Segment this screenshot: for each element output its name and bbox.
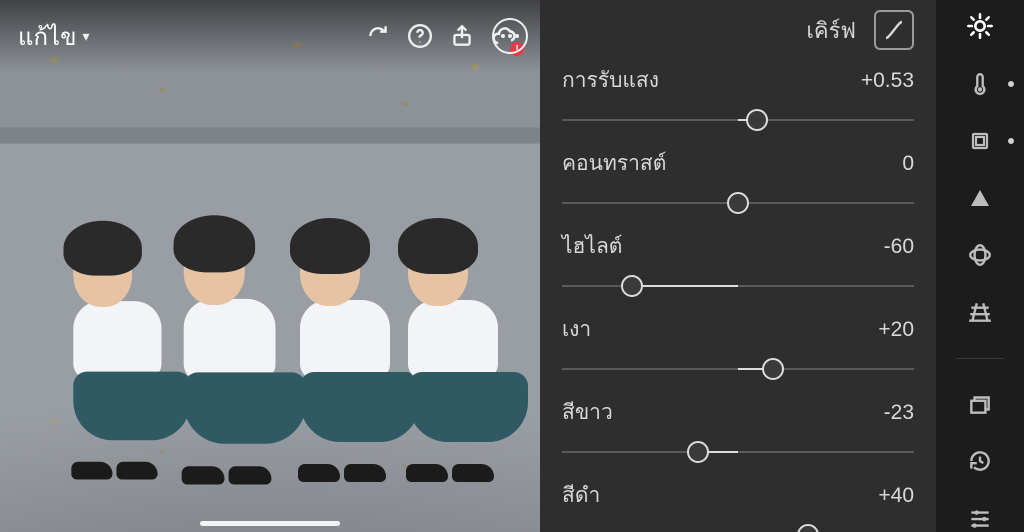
slider-track-exposure[interactable]	[562, 107, 914, 133]
slider-value: -60	[884, 235, 914, 259]
tool-marker	[1008, 81, 1014, 87]
lens-icon	[967, 242, 993, 268]
slider-exposure: การรับแสง +0.53	[562, 64, 914, 133]
more-button[interactable]	[492, 18, 528, 54]
slider-label: เงา	[562, 313, 591, 346]
panel-header: เคิร์ฟ	[540, 0, 936, 60]
tool-rail	[936, 0, 1024, 532]
light-panel: เคิร์ฟ การรับแสง +0.53 คอนทราสต์ 0 ไฮไลต์ -60…	[540, 0, 936, 532]
slider-knob-blacks[interactable]	[797, 524, 819, 532]
effects-tool[interactable]	[960, 127, 1000, 154]
slider-track-blacks[interactable]	[562, 522, 914, 532]
share-button[interactable]	[444, 18, 480, 54]
slider-label: คอนทราสต์	[562, 147, 666, 180]
slider-knob-highlights[interactable]	[621, 275, 643, 297]
photo-content	[184, 234, 317, 475]
slider-knob-shadows[interactable]	[762, 358, 784, 380]
slider-value: -23	[884, 401, 914, 425]
tool-marker	[1008, 138, 1014, 144]
slider-track-highlights[interactable]	[562, 273, 914, 299]
presets-tool[interactable]	[960, 391, 1000, 418]
help-button[interactable]	[402, 18, 438, 54]
home-indicator	[200, 521, 340, 526]
slider-blacks: สีดำ +40	[562, 479, 914, 532]
slider-label: ไฮไลต์	[562, 230, 622, 263]
slider-knob-exposure[interactable]	[746, 109, 768, 131]
detail-tool[interactable]	[960, 184, 1000, 211]
triangle-icon	[968, 186, 992, 210]
sliders-icon	[967, 505, 993, 531]
slider-label: สีดำ	[562, 479, 600, 512]
curve-icon	[882, 18, 906, 42]
optics-tool[interactable]	[960, 242, 1000, 269]
versions-tool[interactable]	[960, 448, 1000, 475]
share-icon	[449, 23, 475, 49]
slider-track-contrast[interactable]	[562, 190, 914, 216]
slider-shadows: เงา +20	[562, 313, 914, 382]
help-icon	[407, 23, 433, 49]
curve-label: เคิร์ฟ	[806, 13, 856, 48]
slider-value: +40	[878, 484, 914, 508]
app-root: แก้ไข ▾	[0, 0, 1024, 532]
photo-content	[408, 236, 538, 472]
color-tool[interactable]	[960, 70, 1000, 97]
top-toolbar: แก้ไข ▾	[0, 0, 540, 72]
mode-dropdown[interactable]: แก้ไข ▾	[18, 17, 90, 56]
slider-whites: สีขาว -23	[562, 396, 914, 465]
tone-curve-button[interactable]	[874, 10, 914, 50]
slider-label: สีขาว	[562, 396, 613, 429]
slider-track-whites[interactable]	[562, 439, 914, 465]
thermometer-icon	[967, 71, 993, 97]
adjust-tool[interactable]	[960, 505, 1000, 532]
stack-icon	[967, 391, 993, 417]
slider-track-shadows[interactable]	[562, 356, 914, 382]
photo-preview[interactable]: แก้ไข ▾	[0, 0, 540, 532]
rail-separator	[956, 358, 1004, 359]
sun-icon	[966, 12, 994, 40]
chevron-down-icon: ▾	[82, 28, 89, 45]
history-icon	[967, 448, 993, 474]
slider-value: +20	[878, 318, 914, 342]
grid-persp-icon	[967, 299, 993, 325]
geometry-tool[interactable]	[960, 299, 1000, 326]
slider-contrast: คอนทราสต์ 0	[562, 147, 914, 216]
slider-value: 0	[902, 152, 914, 176]
slider-value: +0.53	[861, 69, 914, 93]
slider-knob-whites[interactable]	[687, 441, 709, 463]
photo-content	[73, 238, 200, 469]
sliders-container: การรับแสง +0.53 คอนทราสต์ 0 ไฮไลต์ -60 เงา +20 ส…	[540, 60, 936, 532]
slider-label: การรับแสง	[562, 64, 659, 97]
square-icon	[968, 129, 992, 153]
slider-knob-contrast[interactable]	[727, 192, 749, 214]
redo-icon	[365, 23, 391, 49]
light-tool[interactable]	[960, 12, 1000, 40]
slider-highlights: ไฮไลต์ -60	[562, 230, 914, 299]
mode-label: แก้ไข	[18, 17, 76, 56]
redo-button[interactable]	[360, 18, 396, 54]
